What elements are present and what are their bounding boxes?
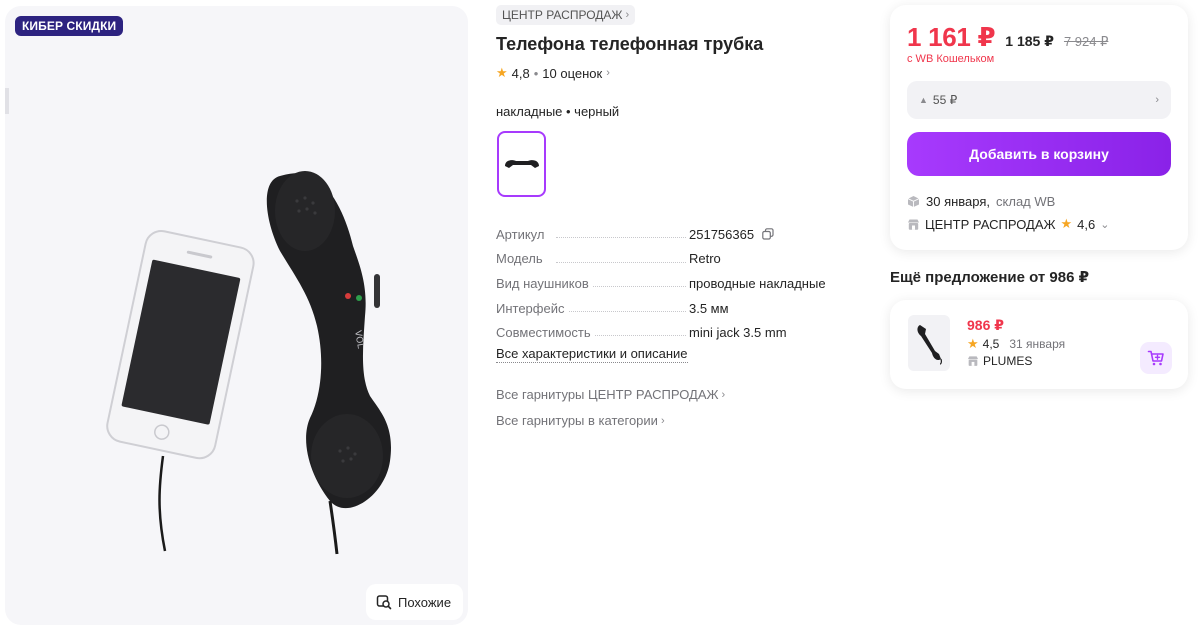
reviews-count: 10 оценок	[542, 65, 603, 81]
spec-row: Интерфейс 3.5 мм	[496, 296, 836, 321]
offer-price: 986 ₽	[967, 317, 1004, 333]
cart-icon	[1147, 350, 1164, 366]
copy-icon[interactable]	[761, 227, 774, 240]
brand-headsets-label: Все гарнитуры ЦЕНТР РАСПРОДАЖ	[496, 387, 719, 402]
delivery-date: 30 января,	[926, 194, 991, 209]
wallet-note: с WB Кошельком	[907, 53, 995, 65]
handset-thumbnail	[917, 325, 943, 365]
spec-key: Вид наушников	[496, 275, 593, 291]
star-icon: ★	[496, 65, 508, 80]
star-icon: ★	[1060, 216, 1073, 231]
chevron-right-icon: ›	[606, 67, 610, 79]
similar-button[interactable]: Похожие	[366, 584, 464, 620]
chevron-right-icon: ›	[660, 414, 665, 427]
handset-thumbnail	[504, 160, 539, 168]
product-rating[interactable]: ★ 4,8 • 10 оценок ›	[496, 65, 610, 81]
chevron-right-icon: ›	[1155, 94, 1159, 106]
spec-value: 3.5 мм	[689, 300, 729, 316]
store-icon	[967, 356, 979, 366]
category-headsets-link[interactable]: Все гарнитуры в категории ›	[496, 413, 665, 428]
offer-delivery-date: 31 января	[1009, 337, 1066, 351]
cashback-row[interactable]: ▲ 55 ₽ ›	[907, 81, 1171, 119]
chevron-right-icon: ›	[721, 388, 726, 401]
product-gallery[interactable]: КИБЕР СКИДКИ VOL Похожие	[5, 6, 468, 625]
offer-rating: 4,5	[982, 337, 1000, 351]
add-to-cart-button[interactable]: Добавить в корзину	[907, 132, 1171, 176]
price-row: 1 161 ₽ 1 185 ₽ 7 924 ₽	[907, 22, 1108, 53]
spec-key: Модель	[496, 251, 547, 267]
separator-dot: •	[533, 65, 539, 81]
other-offer-heading: Ещё предложение от 986 ₽	[890, 269, 1090, 286]
wallet-price: 1 161 ₽	[907, 22, 996, 52]
spec-value: проводные накладные	[689, 275, 826, 291]
delivery-place: склад WB	[996, 194, 1056, 209]
article-number: 251756365	[689, 226, 755, 242]
brand-link[interactable]: ЦЕНТР РАСПРОДАЖ ›	[496, 5, 636, 25]
other-offer-card[interactable]: 986 ₽ ★ 4,5 31 января PLUMES	[890, 300, 1188, 389]
chevron-down-icon: ⌄	[1100, 218, 1110, 231]
all-specs-link[interactable]: Все характеристики и описание	[496, 346, 688, 363]
spec-leader	[556, 261, 686, 263]
specs-table: Артикул 251756365 Модель Retro Вид наушн…	[496, 222, 836, 345]
spec-row: Артикул 251756365	[496, 222, 836, 247]
similar-button-label: Похожие	[398, 594, 452, 610]
seller-rating: 4,6	[1077, 216, 1096, 232]
spec-row: Модель Retro	[496, 247, 836, 272]
rating-value: 4,8	[511, 65, 530, 81]
cashback-amount: 55 ₽	[932, 93, 958, 107]
regular-price: 1 185 ₽	[1005, 33, 1054, 49]
promo-badge: КИБЕР СКИДКИ	[15, 16, 124, 36]
brand-name: ЦЕНТР РАСПРОДАЖ	[502, 8, 623, 22]
offer-meta: ★ 4,5 31 января	[967, 336, 1065, 352]
seller-name: ЦЕНТР РАСПРОДАЖ	[925, 216, 1056, 232]
gallery-scroll-indicator	[5, 88, 9, 114]
spec-value: mini jack 3.5 mm	[689, 325, 787, 341]
product-title: Телефона телефонная трубка	[496, 34, 764, 54]
delivery-info: 30 января, склад WB	[907, 194, 1055, 209]
spec-row: Вид наушников проводные накладные	[496, 271, 836, 296]
offer-add-to-cart-button[interactable]	[1140, 342, 1172, 374]
box-icon	[907, 196, 920, 207]
spec-row: Совместимость mini jack 3.5 mm	[496, 320, 836, 345]
store-icon	[908, 219, 919, 230]
seller-info[interactable]: ЦЕНТР РАСПРОДАЖ ★ 4,6 ⌄	[907, 216, 1109, 232]
variant-label: накладные • черный	[496, 104, 620, 119]
variant-option-selected[interactable]	[497, 131, 546, 197]
brand-headsets-link[interactable]: Все гарнитуры ЦЕНТР РАСПРОДАЖ ›	[496, 387, 725, 402]
offer-seller-name: PLUMES	[983, 354, 1033, 368]
offer-thumbnail	[908, 315, 950, 371]
spec-key: Совместимость	[496, 325, 595, 341]
chevron-right-icon: ›	[625, 9, 630, 21]
category-headsets-label: Все гарнитуры в категории	[496, 413, 658, 428]
spec-value: 251756365	[689, 226, 774, 242]
old-price: 7 924 ₽	[1063, 34, 1109, 49]
spec-key: Артикул	[496, 226, 549, 242]
product-photo: VOL	[106, 171, 391, 555]
image-search-icon	[376, 595, 392, 610]
buy-card: 1 161 ₽ 1 185 ₽ 7 924 ₽ с WB Кошельком ▲…	[890, 5, 1188, 250]
spec-leader	[556, 237, 686, 238]
star-icon: ★	[967, 336, 979, 351]
offer-seller: PLUMES	[967, 354, 1032, 368]
spec-leader	[556, 310, 686, 312]
spec-value: Retro	[689, 251, 721, 267]
triangle-up-icon: ▲	[919, 95, 928, 105]
spec-key: Интерфейс	[496, 300, 569, 316]
